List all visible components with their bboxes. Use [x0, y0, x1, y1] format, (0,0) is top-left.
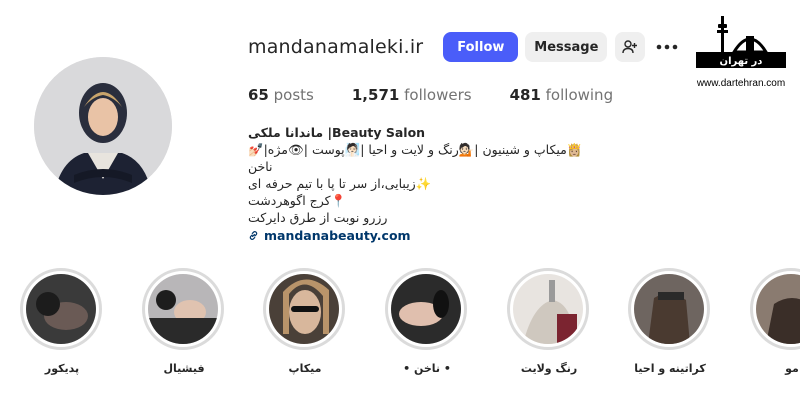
watermark-url: www.dartehran.com: [696, 78, 786, 89]
highlight-item[interactable]: مو: [750, 268, 800, 375]
highlight-label: پدیکور: [44, 362, 80, 375]
profile-header: mandanamaleki.ir Follow Message: [248, 32, 679, 62]
bio-display-name: ماندانا ملکی |Beauty Salon: [248, 125, 426, 140]
highlight-item[interactable]: میکاپ: [263, 268, 347, 375]
more-options-button[interactable]: [655, 32, 679, 62]
bio-website-link[interactable]: mandanabeauty.com: [248, 227, 588, 244]
milad-tower-logo: در تهران: [696, 16, 786, 68]
bio-line: ✨زیبایی،از سر تا پا با تیم حرفه ای: [248, 176, 432, 191]
bio-line: 👸🏼میکاپ و شینیون |💁🏻رنگ و لایت و احیا |🧖…: [248, 142, 583, 174]
highlight-label: کراتینه و احیا: [634, 362, 706, 375]
highlight-label: رنگ ولایت: [520, 362, 578, 375]
following-count: 481: [509, 86, 541, 104]
profile-stats: 65 posts 1,571 followers 481 following: [248, 86, 651, 104]
suggest-accounts-button[interactable]: [615, 32, 646, 62]
highlight-thumbnail: [391, 274, 461, 344]
following-label: following: [545, 86, 614, 104]
story-highlights: پدیکور فیشیال میکاپ • ناخن • رنگ ولایت ک…: [0, 268, 800, 388]
bio-line: 📍کرج اگوهردشت: [248, 193, 347, 208]
highlight-label: فیشیال: [163, 362, 205, 375]
add-user-icon: [622, 40, 638, 54]
profile-username: mandanamaleki.ir: [248, 36, 424, 58]
highlight-thumbnail: [513, 274, 583, 344]
following-stat[interactable]: 481 following: [510, 86, 614, 104]
followers-stat[interactable]: 1,571 followers: [352, 86, 472, 104]
profile-photo: [34, 57, 172, 195]
highlight-item[interactable]: فیشیال: [142, 268, 226, 375]
followers-label: followers: [404, 86, 472, 104]
message-button[interactable]: Message: [525, 32, 608, 62]
site-watermark: در تهران www.dartehran.com: [694, 12, 788, 92]
highlight-item[interactable]: • ناخن •: [385, 268, 469, 375]
posts-count: 65: [248, 86, 269, 104]
highlight-label: میکاپ: [288, 362, 322, 375]
svg-text:در تهران: در تهران: [720, 56, 763, 67]
highlight-thumbnail: [756, 274, 800, 344]
followers-count: 1,571: [351, 86, 400, 104]
highlight-label: مو: [785, 362, 799, 375]
more-options-icon: [657, 44, 678, 50]
highlight-item[interactable]: رنگ ولایت: [507, 268, 591, 375]
posts-stat: 65 posts: [248, 86, 314, 104]
highlight-thumbnail: [148, 274, 218, 344]
profile-bio: ماندانا ملکی |Beauty Salon 👸🏼میکاپ و شین…: [248, 124, 588, 244]
bio-link-text: mandanabeauty.com: [264, 228, 411, 243]
highlight-thumbnail: [26, 274, 96, 344]
highlight-item[interactable]: کراتینه و احیا: [628, 268, 712, 375]
posts-label: posts: [273, 86, 314, 104]
highlight-label: • ناخن •: [403, 362, 451, 375]
link-icon: [249, 231, 258, 240]
highlight-thumbnail: [269, 274, 339, 344]
bio-line: رزرو نوبت از طرق دایرکت: [248, 210, 388, 225]
follow-button[interactable]: Follow: [443, 32, 519, 62]
highlight-thumbnail: [634, 274, 704, 344]
highlight-item[interactable]: پدیکور: [20, 268, 104, 375]
profile-avatar[interactable]: [34, 57, 172, 195]
